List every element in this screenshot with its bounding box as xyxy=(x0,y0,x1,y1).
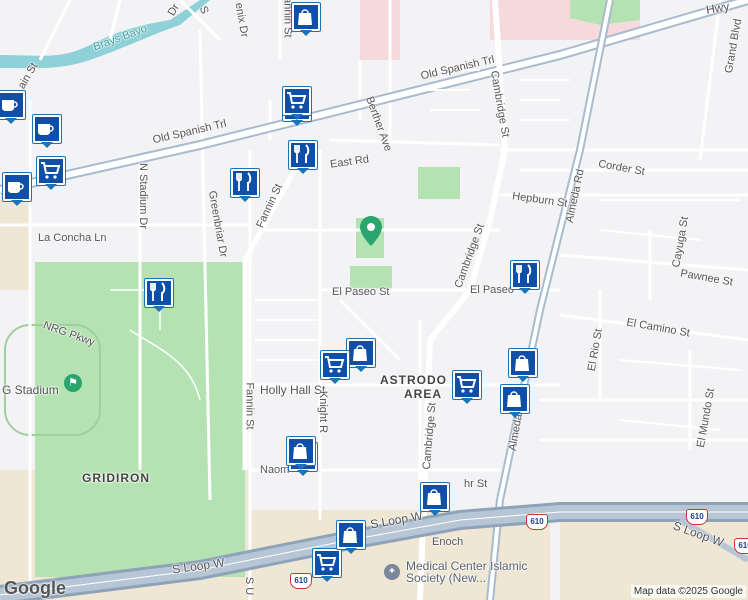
fork-knife-icon xyxy=(150,282,166,301)
restaurant-marker[interactable] xyxy=(230,168,260,204)
bag-icon xyxy=(343,527,357,543)
poi-label-islamic-society[interactable]: Medical Center Islamic Society (New... xyxy=(406,560,566,584)
fork-knife-icon xyxy=(294,144,310,163)
shopping-bag-marker[interactable] xyxy=(420,482,450,518)
shopping-bag-marker[interactable] xyxy=(346,338,376,374)
location-pin-icon[interactable] xyxy=(360,216,382,246)
coffee-marker[interactable] xyxy=(0,90,26,126)
street-label: Naom xyxy=(260,464,290,476)
islamic-society-icon[interactable]: ✦ xyxy=(384,564,400,580)
coffee-marker[interactable] xyxy=(32,114,62,150)
street-label: S U xyxy=(243,576,256,596)
street-label: Fannin St xyxy=(243,382,256,430)
cart-marker[interactable] xyxy=(36,156,66,192)
restaurant-marker[interactable] xyxy=(510,260,540,296)
cart-icon xyxy=(317,554,337,571)
shopping-bag-marker[interactable] xyxy=(286,436,316,472)
google-logo[interactable]: Google xyxy=(4,578,66,599)
cart-marker[interactable] xyxy=(320,350,350,386)
cart-icon xyxy=(457,376,477,393)
street-label: N Stadium Dr xyxy=(137,162,150,230)
street-label: La Concha Ln xyxy=(38,232,107,244)
restaurant-marker[interactable] xyxy=(288,140,318,176)
bag-icon xyxy=(293,443,307,459)
stadium-icon[interactable]: ⚑ xyxy=(64,374,82,392)
cart-icon xyxy=(41,162,61,179)
street-label: Enoch xyxy=(432,536,464,548)
street-label: El Paseo St xyxy=(332,286,390,298)
coffee-icon xyxy=(38,124,54,135)
coffee-marker[interactable] xyxy=(2,172,32,208)
shopping-bag-marker[interactable] xyxy=(508,348,538,384)
bag-icon xyxy=(298,9,312,25)
fork-knife-icon xyxy=(516,264,532,283)
cart-icon xyxy=(287,92,307,109)
shopping-bag-marker[interactable] xyxy=(291,2,321,38)
area-label-stadium: G Stadium xyxy=(2,383,59,397)
street-label: hr St xyxy=(464,478,488,490)
restaurant-marker[interactable] xyxy=(144,278,174,314)
street-label: Knight R xyxy=(317,390,330,434)
map-attribution[interactable]: Map data ©2025 Google xyxy=(630,585,746,598)
area-label-astrodome: AREA xyxy=(404,387,443,401)
cart-icon xyxy=(325,356,345,373)
street-label: Hwy xyxy=(704,0,731,17)
area-label-gridiron: GRIDIRON xyxy=(82,471,150,485)
bag-icon xyxy=(507,391,521,407)
bag-icon xyxy=(515,355,529,371)
route-610-shield: 610 xyxy=(526,514,548,530)
coffee-icon xyxy=(2,100,18,111)
shopping-bag-marker[interactable] xyxy=(500,384,530,420)
bag-icon xyxy=(353,345,367,361)
fork-knife-icon xyxy=(236,172,252,191)
bag-icon xyxy=(427,489,441,505)
coffee-icon xyxy=(8,182,24,193)
shopping-bag-marker[interactable] xyxy=(336,520,366,556)
cart-marker[interactable] xyxy=(452,370,482,406)
route-610-shield: 610 xyxy=(734,538,748,554)
map-canvas[interactable] xyxy=(0,0,748,600)
street-label: El Paseo xyxy=(470,284,515,296)
route-610-shield: 610 xyxy=(290,573,312,589)
street-label: Holly Hall St xyxy=(260,383,326,397)
area-label-astrodome: ASTRODO xyxy=(380,373,447,387)
cart-marker[interactable] xyxy=(282,86,312,122)
